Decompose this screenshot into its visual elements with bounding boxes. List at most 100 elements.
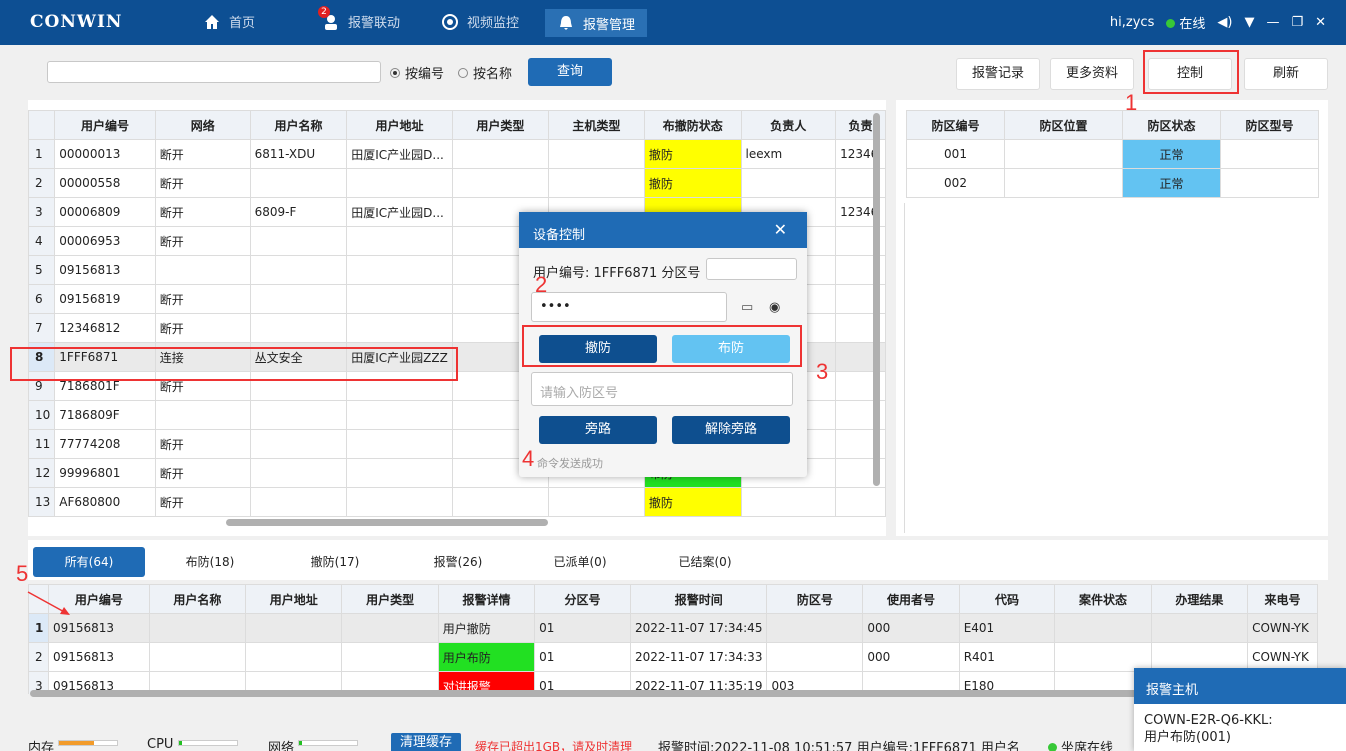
cell bbox=[547, 168, 645, 198]
popup-line: 用户布防(001) bbox=[1144, 730, 1231, 745]
col-header[interactable]: 防区位置 bbox=[1004, 110, 1123, 140]
disarm-button[interactable]: 撤防 bbox=[539, 335, 657, 363]
status-dot bbox=[1048, 743, 1057, 751]
alarm-record-button[interactable]: 报警记录 bbox=[956, 58, 1040, 90]
row-number: 7 bbox=[28, 313, 56, 343]
col-header[interactable]: 防区编号 bbox=[906, 110, 1005, 140]
col-header[interactable]: 防区号 bbox=[766, 584, 864, 614]
minimize-icon[interactable]: — bbox=[1266, 15, 1279, 30]
annotation-number: 1 bbox=[1125, 90, 1138, 115]
nav-label: 视频监控 bbox=[467, 16, 520, 31]
cell: 2022-11-07 17:34:33 bbox=[629, 642, 768, 672]
row-number: 5 bbox=[28, 255, 56, 285]
row-number: 1 bbox=[28, 139, 56, 169]
cpu-label: CPU bbox=[147, 737, 174, 751]
col-header[interactable]: 案件状态 bbox=[1054, 584, 1152, 614]
col-header[interactable]: 用户类型 bbox=[341, 584, 439, 614]
close-icon[interactable]: ✕ bbox=[774, 220, 787, 239]
bypass-button[interactable]: 旁路 bbox=[539, 416, 657, 444]
search-input[interactable] bbox=[47, 61, 381, 83]
partition-input[interactable] bbox=[706, 258, 797, 280]
eye-icon[interactable]: ◉ bbox=[769, 300, 780, 315]
table-row[interactable]: 2 00000558 断开 撤防 bbox=[28, 168, 886, 198]
tab-closed[interactable]: 已结案(0) bbox=[655, 547, 755, 577]
tab-armed[interactable]: 布防(18) bbox=[160, 547, 260, 577]
password-field[interactable]: •••• bbox=[531, 292, 727, 322]
cell: 断开 bbox=[154, 139, 251, 169]
tab-disarmed[interactable]: 撤防(17) bbox=[285, 547, 385, 577]
cell: 6809-F bbox=[249, 197, 348, 227]
col-header[interactable]: 来电号 bbox=[1247, 584, 1318, 614]
tab-dispatched[interactable]: 已派单(0) bbox=[530, 547, 630, 577]
col-header[interactable]: 用户地址 bbox=[245, 584, 343, 614]
col-header[interactable]: 使用者号 bbox=[862, 584, 960, 614]
col-header[interactable]: 主机类型 bbox=[547, 110, 645, 140]
table-row[interactable]: 002 正常 bbox=[906, 168, 1319, 198]
cell: 断开 bbox=[154, 226, 251, 256]
col-header[interactable]: 负责人 bbox=[740, 110, 837, 140]
cell: 7186801F bbox=[54, 371, 156, 401]
close-icon[interactable]: ✕ bbox=[1315, 15, 1326, 30]
table-row[interactable]: 001 正常 bbox=[906, 139, 1319, 169]
query-button[interactable]: 查询 bbox=[528, 58, 612, 86]
col-header[interactable]: 办理结果 bbox=[1150, 584, 1249, 614]
col-header[interactable]: 用户名称 bbox=[249, 110, 348, 140]
app-logo: CONWIN bbox=[30, 12, 123, 32]
cell: 撤防 bbox=[643, 139, 742, 169]
nav-alarm-linkage[interactable]: 2 报警联动 bbox=[318, 5, 400, 31]
cell: COWN-YK bbox=[1247, 613, 1318, 643]
annotation-number: 2 bbox=[535, 272, 548, 297]
table-row[interactable]: 1 00000013 断开 6811-XDU 田厦IC产业园D... 撤防 leexm 123… bbox=[28, 139, 886, 169]
table-row[interactable]: 13 AF680800 断开 撤防 bbox=[28, 487, 886, 517]
popup-title: 报警主机 bbox=[1134, 668, 1346, 704]
col-header[interactable]: 布撤防状态 bbox=[643, 110, 742, 140]
col-header[interactable]: 用户编号 bbox=[54, 110, 156, 140]
col-header[interactable]: 用户类型 bbox=[451, 110, 549, 140]
user-table-vscroll[interactable] bbox=[873, 113, 880, 486]
restore-icon[interactable]: ❐ bbox=[1291, 15, 1303, 30]
col-header[interactable]: 用户名称 bbox=[148, 584, 247, 614]
nav-video[interactable]: 视频监控 bbox=[441, 12, 519, 31]
top-right: hi,zycs 在线 ◀) ▼ — ❐ ✕ bbox=[1110, 13, 1326, 32]
table-row[interactable]: 1 09156813 用户撤防 01 2022-11-07 17:34:45 000 E40… bbox=[28, 613, 1318, 643]
arm-button[interactable]: 布防 bbox=[672, 335, 790, 363]
row-number: 10 bbox=[28, 400, 56, 430]
radio-by-number[interactable]: 按编号 bbox=[390, 63, 444, 82]
nav-alarm-management[interactable]: 报警管理 bbox=[545, 9, 648, 37]
control-button[interactable]: 控制 bbox=[1148, 58, 1232, 90]
col-header[interactable]: 报警详情 bbox=[437, 584, 536, 614]
cell bbox=[346, 458, 453, 488]
cell: 6811-XDU bbox=[249, 139, 348, 169]
zone-number-input[interactable]: 请输入防区号 bbox=[531, 372, 793, 406]
home-icon bbox=[203, 13, 221, 31]
cell: 01 bbox=[534, 613, 631, 643]
cell bbox=[547, 487, 645, 517]
tab-alarm[interactable]: 报警(26) bbox=[408, 547, 508, 577]
dropdown-icon[interactable]: ▼ bbox=[1244, 15, 1254, 30]
table-row[interactable]: 2 09156813 用户布防 01 2022-11-07 17:34:33 000 R40… bbox=[28, 642, 1318, 672]
col-header[interactable]: 分区号 bbox=[534, 584, 631, 614]
refresh-button[interactable]: 刷新 bbox=[1244, 58, 1328, 90]
row-number: 6 bbox=[28, 284, 56, 314]
save-icon[interactable]: ▭ bbox=[741, 300, 753, 315]
clear-cache-button[interactable]: 清理缓存 bbox=[391, 733, 461, 751]
radio-by-name[interactable]: 按名称 bbox=[458, 63, 512, 82]
col-header[interactable]: 防区型号 bbox=[1220, 110, 1319, 140]
alarm-table-hscroll[interactable] bbox=[30, 690, 1320, 697]
unbypass-button[interactable]: 解除旁路 bbox=[672, 416, 790, 444]
col-header[interactable]: 代码 bbox=[958, 584, 1056, 614]
col-header[interactable]: 用户地址 bbox=[346, 110, 453, 140]
seat-status: 坐席在线 bbox=[1048, 737, 1113, 751]
col-header[interactable]: 报警时间 bbox=[629, 584, 768, 614]
speaker-icon[interactable]: ◀) bbox=[1217, 15, 1232, 30]
tab-all[interactable]: 所有(64) bbox=[33, 547, 145, 577]
row-number: 4 bbox=[28, 226, 56, 256]
cell bbox=[245, 613, 343, 643]
cell bbox=[249, 168, 348, 198]
alarm-host-popup[interactable]: 报警主机 COWN-E2R-Q6-KKL: 用户布防(001) bbox=[1134, 668, 1346, 751]
zone-table: 防区编号 防区位置 防区状态 防区型号 001 正常 002 正常 bbox=[906, 110, 1319, 198]
nav-home[interactable]: 首页 bbox=[203, 12, 255, 31]
more-info-button[interactable]: 更多资料 bbox=[1050, 58, 1134, 90]
col-header[interactable]: 网络 bbox=[154, 110, 251, 140]
user-table-hscroll[interactable] bbox=[226, 519, 548, 526]
